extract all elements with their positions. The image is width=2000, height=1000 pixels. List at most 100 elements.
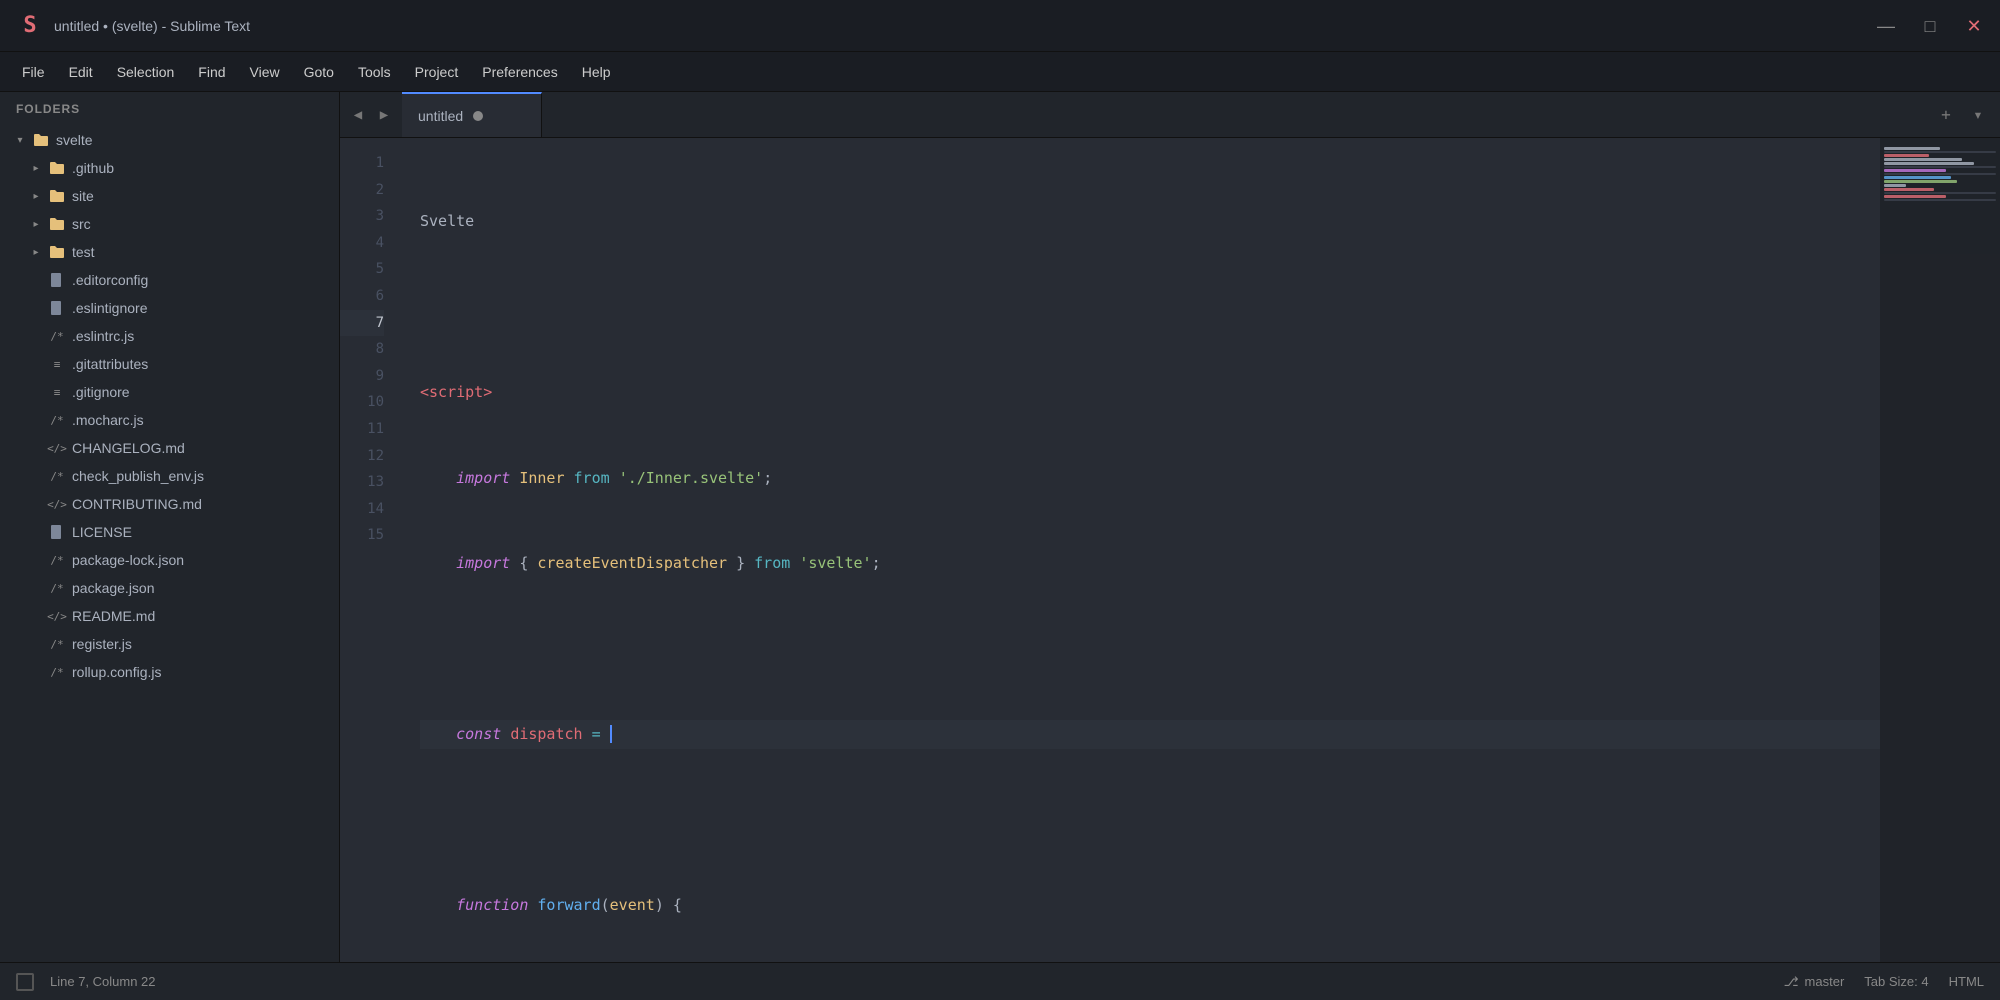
line-num-4: 4 xyxy=(340,230,384,257)
file-lines-icon: ≡ xyxy=(48,383,66,401)
tab-bar: ◀ ▶ untitled + ▾ xyxy=(340,92,2000,138)
sidebar-item-svelte[interactable]: ▾ svelte xyxy=(0,126,339,154)
file-js-icon: /* xyxy=(48,551,66,569)
minimap-line xyxy=(1884,199,1996,201)
line-num-11: 11 xyxy=(340,416,384,443)
minimize-button[interactable]: — xyxy=(1876,17,1896,35)
sidebar-item-gitignore[interactable]: ▸ ≡ .gitignore xyxy=(0,378,339,406)
line-num-2: 2 xyxy=(340,177,384,204)
sidebar-item-eslintrc[interactable]: ▸ /* .eslintrc.js xyxy=(0,322,339,350)
line-num-9: 9 xyxy=(340,363,384,390)
sidebar-item-test[interactable]: ▸ test xyxy=(0,238,339,266)
tab-list-button[interactable]: ▾ xyxy=(1966,103,1990,127)
line-num-14: 14 xyxy=(340,496,384,523)
status-branch[interactable]: ⎇ master xyxy=(1784,974,1845,990)
menu-selection[interactable]: Selection xyxy=(107,60,185,84)
checkbox-icon xyxy=(16,973,34,991)
minimap-line xyxy=(1884,147,1940,150)
sidebar-item-rollup[interactable]: ▸ /* rollup.config.js xyxy=(0,658,339,686)
sidebar-item-check-publish[interactable]: ▸ /* check_publish_env.js xyxy=(0,462,339,490)
tab-untitled[interactable]: untitled xyxy=(402,92,542,137)
folder-icon xyxy=(32,131,50,149)
minimap xyxy=(1880,138,2000,962)
minimap-line xyxy=(1884,173,1996,175)
folders-header: FOLDERS xyxy=(0,92,339,126)
sidebar-item-license[interactable]: ▸ LICENSE xyxy=(0,518,339,546)
tab-next-button[interactable]: ▶ xyxy=(372,103,396,127)
code-line-5: import { createEventDispatcher } from 's… xyxy=(420,549,1880,578)
sidebar-item-contributing[interactable]: ▸ </> CONTRIBUTING.md xyxy=(0,490,339,518)
status-left: Line 7, Column 22 xyxy=(16,973,156,991)
minimap-line xyxy=(1884,166,1996,168)
menu-view[interactable]: View xyxy=(240,60,290,84)
tab-navigation: ◀ ▶ xyxy=(340,92,402,137)
sidebar-item-eslintignore[interactable]: ▸ .eslintignore xyxy=(0,294,339,322)
sidebar-item-label: test xyxy=(72,244,95,260)
file-lines-icon: ≡ xyxy=(48,355,66,373)
folder-icon xyxy=(48,159,66,177)
menu-file[interactable]: File xyxy=(12,60,55,84)
cursor-position: Line 7, Column 22 xyxy=(50,974,156,989)
status-syntax[interactable]: HTML xyxy=(1949,974,1984,989)
file-js-icon: /* xyxy=(48,411,66,429)
sidebar-item-changelog[interactable]: ▸ </> CHANGELOG.md xyxy=(0,434,339,462)
close-button[interactable]: ✕ xyxy=(1964,17,1984,35)
file-js-icon: /* xyxy=(48,467,66,485)
status-checkbox[interactable] xyxy=(16,973,34,991)
menu-project[interactable]: Project xyxy=(405,60,469,84)
folder-icon xyxy=(48,243,66,261)
main-layout: FOLDERS ▾ svelte ▸ .github ▸ site xyxy=(0,92,2000,962)
sidebar-item-label: site xyxy=(72,188,94,204)
status-tab-size[interactable]: Tab Size: 4 xyxy=(1864,974,1928,989)
sidebar-item-label: package.json xyxy=(72,580,155,596)
file-md-icon: </> xyxy=(48,495,66,513)
sidebar-item-readme[interactable]: ▸ </> README.md xyxy=(0,602,339,630)
menubar: File Edit Selection Find View Goto Tools… xyxy=(0,52,2000,92)
code-line-7: const dispatch = xyxy=(420,720,1880,749)
sidebar-item-github[interactable]: ▸ .github xyxy=(0,154,339,182)
menu-find[interactable]: Find xyxy=(188,60,235,84)
sidebar-item-label: rollup.config.js xyxy=(72,664,162,680)
file-js-icon: /* xyxy=(48,327,66,345)
line-numbers: 1 2 3 4 5 6 7 8 9 10 11 12 13 14 15 xyxy=(340,138,400,962)
sidebar-item-pkg[interactable]: ▸ /* package.json xyxy=(0,574,339,602)
menu-help[interactable]: Help xyxy=(572,60,621,84)
maximize-button[interactable]: □ xyxy=(1920,17,1940,35)
code-line-3: <script> xyxy=(420,378,1880,407)
branch-icon: ⎇ xyxy=(1784,974,1799,990)
line-num-7: 7 xyxy=(340,310,384,337)
file-js-icon: /* xyxy=(48,663,66,681)
sidebar-item-label: register.js xyxy=(72,636,132,652)
sidebar-item-mocharc[interactable]: ▸ /* .mocharc.js xyxy=(0,406,339,434)
menu-edit[interactable]: Edit xyxy=(59,60,103,84)
chevron-right-icon: ▸ xyxy=(28,216,44,232)
minimap-line xyxy=(1884,192,1996,194)
menu-preferences[interactable]: Preferences xyxy=(472,60,567,84)
code-container: 1 2 3 4 5 6 7 8 9 10 11 12 13 14 15 Svel… xyxy=(340,138,2000,962)
line-num-10: 10 xyxy=(340,389,384,416)
tab-label: untitled xyxy=(418,108,463,124)
new-tab-button[interactable]: + xyxy=(1934,103,1958,127)
file-js-icon: /* xyxy=(48,579,66,597)
sidebar-item-editorconfig[interactable]: ▸ .editorconfig xyxy=(0,266,339,294)
sidebar-item-register[interactable]: ▸ /* register.js xyxy=(0,630,339,658)
minimap-line xyxy=(1884,180,1957,183)
status-position[interactable]: Line 7, Column 22 xyxy=(50,974,156,989)
sidebar-item-pkglock[interactable]: ▸ /* package-lock.json xyxy=(0,546,339,574)
sidebar-item-src[interactable]: ▸ src xyxy=(0,210,339,238)
sidebar-item-label: package-lock.json xyxy=(72,552,184,568)
minimap-line xyxy=(1884,176,1951,179)
tab-prev-button[interactable]: ◀ xyxy=(346,103,370,127)
sidebar-item-site[interactable]: ▸ site xyxy=(0,182,339,210)
code-editor[interactable]: Svelte <script> import Inner from './Inn… xyxy=(400,138,1880,962)
tab-size-label: Tab Size: 4 xyxy=(1864,974,1928,989)
chevron-right-icon: ▸ xyxy=(28,244,44,260)
menu-goto[interactable]: Goto xyxy=(294,60,344,84)
sidebar-item-gitattributes[interactable]: ▸ ≡ .gitattributes xyxy=(0,350,339,378)
titlebar-title: untitled • (svelte) - Sublime Text xyxy=(54,18,1866,34)
line-num-8: 8 xyxy=(340,336,384,363)
sidebar-item-label: .editorconfig xyxy=(72,272,148,288)
menu-tools[interactable]: Tools xyxy=(348,60,401,84)
file-js-icon: /* xyxy=(48,635,66,653)
file-md-icon: </> xyxy=(48,607,66,625)
